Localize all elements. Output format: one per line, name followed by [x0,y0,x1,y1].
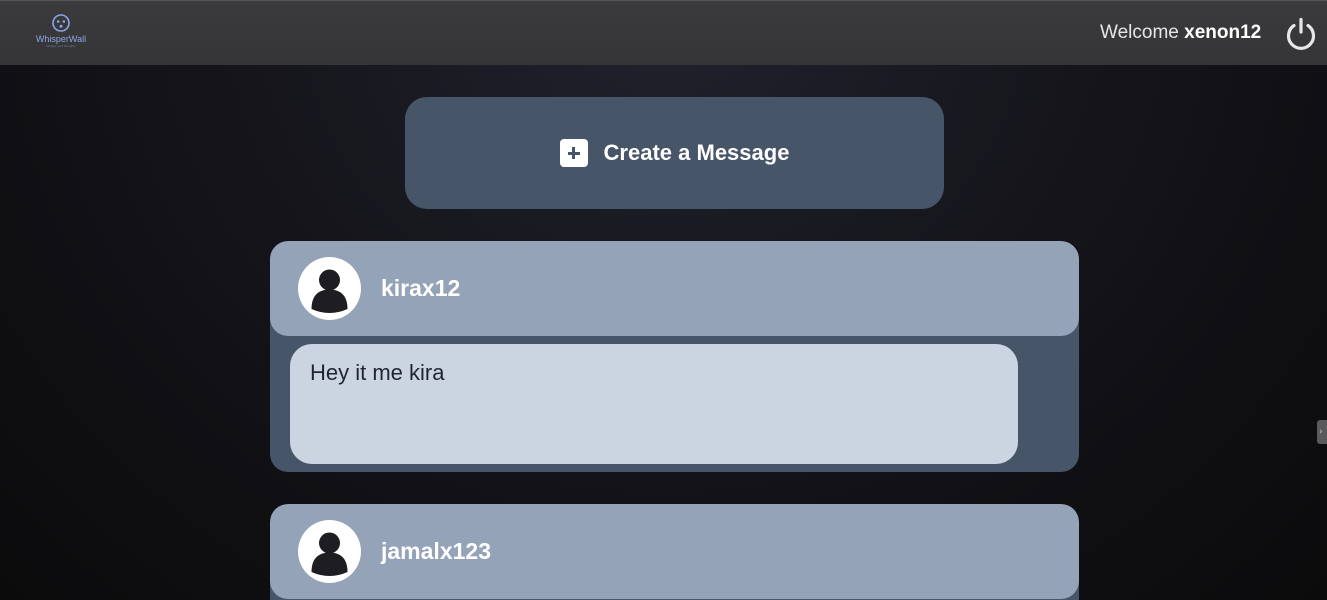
avatar[interactable] [298,257,361,320]
message-card: kirax12 Hey it me kira [270,241,1079,472]
message-card: jamalx123 [270,504,1079,600]
logo-icon [52,14,70,32]
message-author[interactable]: jamalx123 [381,538,491,565]
message-card-header: kirax12 [270,241,1079,336]
avatar[interactable] [298,520,361,583]
plus-icon [559,139,588,167]
logout-button[interactable] [1283,16,1319,52]
current-username: xenon12 [1184,22,1262,43]
message-author[interactable]: kirax12 [381,275,460,302]
logo-tagline: whisper your thoughts [46,44,76,48]
logo-text: WhisperWall [35,34,87,44]
welcome-text: Welcome xenon12 [1100,22,1270,48]
create-message-button[interactable]: Create a Message [405,97,944,209]
message-card-header: jamalx123 [270,504,1079,599]
power-icon [1286,17,1316,50]
side-panel-toggle[interactable]: › [1317,420,1327,444]
top-bar: WhisperWall whisper your thoughts Welcom… [0,0,1327,65]
create-message-label: Create a Message [603,140,790,165]
welcome-prefix: Welcome [1100,22,1179,43]
logo[interactable]: WhisperWall whisper your thoughts [28,13,94,53]
user-icon [311,532,348,576]
user-icon [311,269,348,313]
message-text: Hey it me kira [290,344,1018,464]
